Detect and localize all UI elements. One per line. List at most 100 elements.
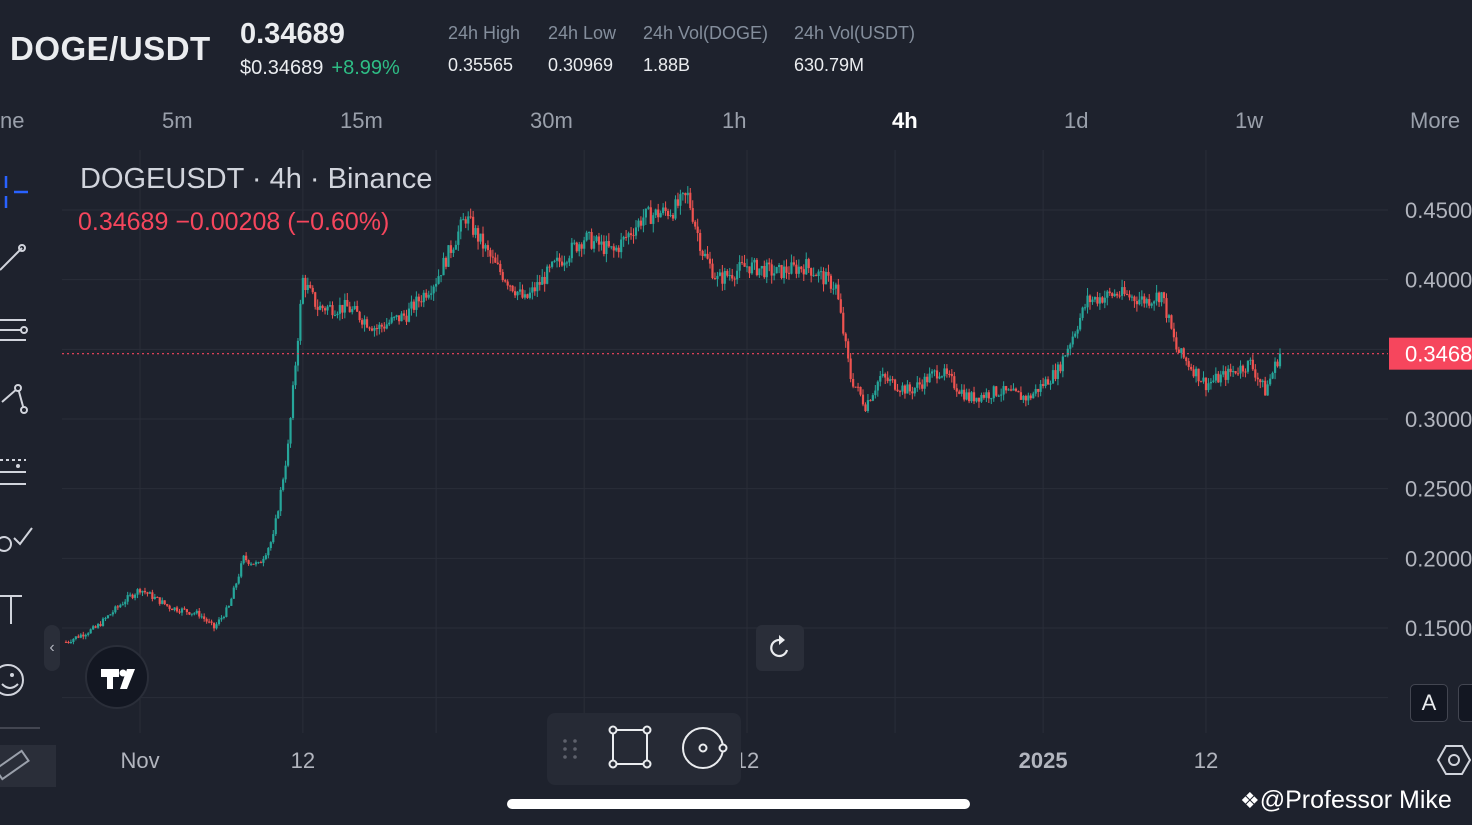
candle-body [1190, 366, 1193, 370]
candle-body [1125, 293, 1129, 295]
candle-body [1214, 373, 1217, 381]
candle-body [1246, 360, 1250, 372]
candle-body [605, 241, 608, 254]
candle-body [161, 600, 164, 604]
tab-30m[interactable]: 30m [530, 108, 573, 134]
tab-1w[interactable]: 1w [1235, 108, 1263, 134]
candle-body [1027, 395, 1030, 401]
candle-body [254, 562, 258, 565]
auto-scale-button[interactable]: A [1410, 684, 1448, 722]
candle-body [610, 246, 613, 248]
candle-body [1106, 291, 1109, 298]
binance-logo-icon: ❖ [1240, 788, 1260, 813]
reset-chart-button[interactable] [756, 625, 804, 671]
candle-body [800, 266, 803, 270]
candle-body [1273, 361, 1277, 373]
candle-body [1185, 357, 1188, 362]
candle-body [353, 305, 356, 310]
collapse-toolbar-button[interactable]: ‹ [44, 625, 60, 671]
candle-body [948, 373, 951, 375]
candle-body [938, 376, 941, 379]
candle-body [1009, 389, 1013, 391]
candle-body [1182, 348, 1185, 358]
candle-body [546, 266, 549, 284]
chart-legend-values: 0.34689 −0.00208 (−0.60%) [78, 208, 390, 236]
candle-body [750, 262, 754, 274]
candle-body [647, 207, 650, 209]
trend-line-icon[interactable] [0, 238, 40, 278]
tab-15m[interactable]: 15m [340, 108, 383, 134]
ruler-icon[interactable] [0, 745, 56, 787]
candle-body [625, 236, 628, 238]
candle-body [208, 621, 211, 623]
rectangle-tool-icon [608, 725, 652, 769]
candle-body [373, 327, 376, 331]
candle-body [1116, 293, 1119, 296]
candle-body [96, 624, 100, 628]
fib-retracement-icon[interactable] [0, 452, 40, 492]
candle-body [173, 607, 176, 611]
time-tick-label: 12 [1194, 748, 1218, 773]
candle-body [506, 281, 509, 286]
stat-24h-vol-doge: 24h Vol(DOGE) 1.88B [643, 23, 768, 76]
candle-body [193, 613, 196, 615]
candle-body [178, 611, 181, 613]
candle-body [684, 193, 687, 196]
settings-gear-icon[interactable] [1436, 742, 1472, 778]
candles [62, 186, 1388, 645]
candle-body [481, 233, 485, 249]
candle-body [1118, 295, 1121, 297]
candle-body [926, 376, 929, 383]
candle-body [958, 391, 961, 394]
candle-body [104, 618, 107, 620]
candle-body [444, 257, 448, 267]
candle-body [1172, 328, 1175, 338]
candle-body [447, 245, 450, 267]
tab-time-partial[interactable]: ne [0, 108, 24, 134]
brush-icon[interactable] [0, 522, 40, 562]
candle-body [681, 193, 684, 195]
candle-body [190, 613, 193, 615]
pair-name[interactable]: DOGE/USDT [10, 30, 211, 68]
candle-body [212, 622, 216, 629]
emoji-icon[interactable] [0, 660, 40, 700]
pattern-icon[interactable] [0, 380, 40, 420]
tab-1h[interactable]: 1h [722, 108, 746, 134]
candle-body [464, 219, 467, 224]
candle-body [1197, 368, 1200, 382]
candle-body [1140, 296, 1143, 300]
candle-body [1066, 348, 1069, 356]
candle-body [183, 608, 186, 610]
candle-body [588, 232, 591, 234]
candle-body [694, 221, 697, 227]
candle-body [188, 612, 191, 615]
tab-4h[interactable]: 4h [892, 108, 918, 134]
candle-body [829, 275, 833, 289]
candle-body [1061, 356, 1064, 372]
candle-body [1269, 378, 1272, 385]
text-icon[interactable] [0, 590, 40, 630]
home-indicator[interactable] [507, 799, 970, 809]
candle-body [1076, 329, 1079, 334]
candle-body [669, 214, 672, 216]
horizontal-lines-icon[interactable] [0, 310, 40, 350]
log-scale-button[interactable] [1458, 684, 1472, 722]
price-tick-label: 0.2500 [1405, 477, 1472, 502]
candle-body [1177, 349, 1180, 353]
candle-body [728, 275, 731, 277]
candle-body [620, 239, 623, 253]
toolbar-divider [0, 727, 40, 729]
candle-body [126, 595, 129, 602]
candle-body [1019, 392, 1023, 400]
crosshair-icon[interactable] [0, 172, 40, 212]
tab-5m[interactable]: 5m [162, 108, 193, 134]
candle-body [180, 608, 184, 613]
candle-body [378, 324, 381, 330]
tab-more[interactable]: More [1410, 108, 1460, 134]
candle-body [454, 244, 457, 250]
tab-1d[interactable]: 1d [1064, 108, 1088, 134]
candle-body [264, 555, 267, 560]
candle-body [995, 386, 998, 396]
candle-body [380, 324, 383, 327]
candle-body [711, 263, 714, 279]
